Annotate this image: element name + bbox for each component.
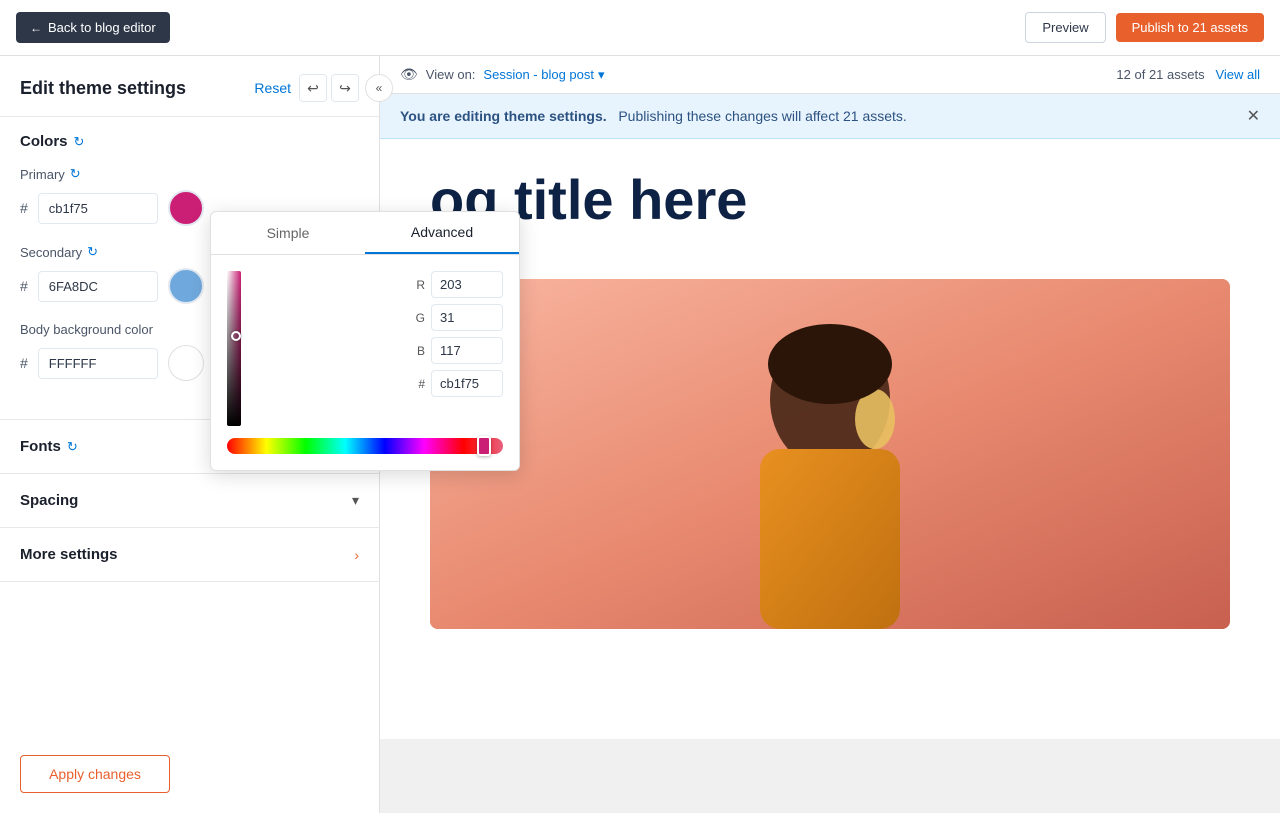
back-label: Back to blog editor — [48, 20, 156, 35]
collapse-sidebar-button[interactable]: « — [365, 74, 393, 102]
picker-right: R G B # — [411, 271, 503, 426]
view-all-link[interactable]: View all — [1215, 67, 1260, 82]
r-field-row: R — [411, 271, 503, 298]
picker-tab-simple[interactable]: Simple — [211, 212, 365, 254]
undo-redo-controls: ↩ ↪ — [299, 74, 359, 102]
view-on-session: Session - blog post — [483, 67, 594, 82]
info-banner-body: Publishing these changes will affect 21 … — [618, 108, 906, 124]
primary-hash: # — [20, 200, 28, 216]
body-bg-hash: # — [20, 355, 28, 371]
secondary-refresh-icon[interactable]: ↻ — [87, 244, 98, 260]
picker-tabs: Simple Advanced — [211, 212, 519, 255]
g-label: G — [411, 311, 425, 325]
publish-button[interactable]: Publish to 21 assets — [1116, 13, 1264, 42]
hue-thumb — [477, 436, 491, 456]
colors-section-header-left: Colors ↻ — [20, 133, 84, 150]
secondary-hash: # — [20, 278, 28, 294]
secondary-color-swatch[interactable] — [168, 268, 204, 304]
blog-title: og title here — [430, 169, 1230, 231]
body-bg-color-swatch[interactable] — [168, 345, 204, 381]
picker-fields: R G B # — [411, 271, 503, 397]
back-button[interactable]: ← Back to blog editor — [16, 12, 170, 43]
main-layout: Edit theme settings Reset ↩ ↪ « Colors ↻ — [0, 56, 1280, 813]
g-field-row: G — [411, 304, 503, 331]
colors-section-header[interactable]: Colors ↻ — [0, 117, 379, 166]
sidebar: Edit theme settings Reset ↩ ↪ « Colors ↻ — [0, 56, 380, 813]
b-label: B — [411, 344, 425, 358]
colors-refresh-icon[interactable]: ↻ — [74, 134, 85, 150]
more-settings-section-label: More settings — [20, 546, 118, 563]
picker-tab-advanced[interactable]: Advanced — [365, 212, 519, 254]
secondary-color-input[interactable] — [38, 271, 158, 302]
top-bar-actions: Preview Publish to 21 assets — [1025, 12, 1264, 43]
r-label: R — [411, 278, 425, 292]
hex-input[interactable] — [431, 370, 503, 397]
view-on-label: View on: — [426, 67, 476, 82]
body-bg-color-input[interactable] — [38, 348, 158, 379]
more-settings-section: More settings › — [0, 528, 379, 582]
primary-color-input[interactable] — [38, 193, 158, 224]
picker-cursor — [231, 331, 241, 341]
more-settings-section-header[interactable]: More settings › — [0, 528, 379, 581]
blog-image-person — [430, 279, 1230, 629]
view-on-bar: 👁 View on: Session - blog post ▾ 12 of 2… — [380, 56, 1280, 94]
primary-color-swatch[interactable] — [168, 190, 204, 226]
sidebar-title: Edit theme settings — [20, 78, 186, 99]
sidebar-header: Edit theme settings Reset ↩ ↪ — [0, 56, 379, 117]
b-field-row: B — [411, 337, 503, 364]
view-on-select[interactable]: Session - blog post ▾ — [483, 67, 604, 83]
eye-icon: 👁 — [400, 66, 418, 83]
assets-count: 12 of 21 assets — [1116, 67, 1204, 82]
view-on-right: 12 of 21 assets View all — [1116, 67, 1260, 82]
picker-inner: R G B # — [227, 271, 503, 426]
fonts-refresh-icon[interactable]: ↻ — [67, 439, 78, 455]
g-input[interactable] — [431, 304, 503, 331]
apply-changes-container: Apply changes — [0, 735, 379, 813]
hex-hash-label: # — [411, 377, 425, 391]
hex-field-row: # — [411, 370, 503, 397]
blog-subtitle: in — [430, 241, 1230, 259]
spacing-section-label: Spacing — [20, 492, 78, 509]
fonts-section-header-left: Fonts ↻ — [20, 438, 78, 455]
reset-button[interactable]: Reset — [254, 80, 291, 96]
apply-changes-button[interactable]: Apply changes — [20, 755, 170, 793]
info-banner-bold: You are editing theme settings. — [400, 108, 607, 124]
back-arrow-icon: ← — [30, 21, 42, 35]
top-bar: ← Back to blog editor Preview Publish to… — [0, 0, 1280, 56]
primary-refresh-icon[interactable]: ↻ — [70, 166, 81, 182]
spacing-section-header-left: Spacing — [20, 492, 78, 509]
sidebar-header-actions: Reset ↩ ↪ — [254, 74, 359, 102]
info-banner: You are editing theme settings. Publishi… — [380, 94, 1280, 139]
info-banner-text: You are editing theme settings. Publishi… — [400, 108, 907, 124]
more-settings-chevron-icon: › — [354, 547, 359, 563]
blog-hero-svg — [430, 279, 1230, 629]
view-on-left: 👁 View on: Session - blog post ▾ — [400, 66, 605, 83]
redo-button[interactable]: ↪ — [331, 74, 359, 102]
spacing-section: Spacing ▾ — [0, 474, 379, 528]
color-gradient-canvas[interactable] — [227, 271, 241, 426]
picker-body: R G B # — [211, 255, 519, 470]
undo-button[interactable]: ↩ — [299, 74, 327, 102]
hue-bar[interactable] — [227, 438, 503, 454]
spacing-chevron-icon: ▾ — [352, 492, 359, 509]
colors-section-label: Colors — [20, 133, 68, 150]
view-on-chevron-icon: ▾ — [598, 67, 605, 83]
r-input[interactable] — [431, 271, 503, 298]
blog-image — [430, 279, 1230, 629]
preview-button[interactable]: Preview — [1025, 12, 1105, 43]
spacing-section-header[interactable]: Spacing ▾ — [0, 474, 379, 527]
fonts-section-label: Fonts — [20, 438, 61, 455]
more-settings-section-header-left: More settings — [20, 546, 118, 563]
primary-color-label: Primary ↻ — [20, 166, 359, 182]
b-input[interactable] — [431, 337, 503, 364]
color-picker-popup: Simple Advanced R — [210, 211, 520, 471]
info-banner-close-button[interactable]: ✕ — [1247, 106, 1260, 126]
